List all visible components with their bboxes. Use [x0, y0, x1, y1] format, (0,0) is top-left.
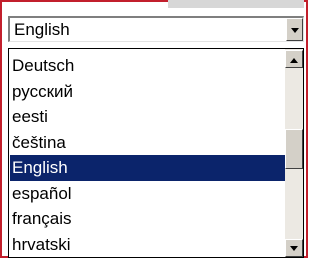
- language-options: Deutsch русский eesti čeština English es…: [10, 53, 285, 257]
- scroll-down-icon: [290, 246, 298, 251]
- language-select-value: English: [14, 20, 70, 39]
- language-option-hrvatski[interactable]: hrvatski: [10, 232, 285, 258]
- background-strip: [168, 0, 304, 8]
- language-option-russian[interactable]: русский: [10, 79, 285, 105]
- chevron-down-icon: [291, 28, 299, 33]
- scroll-down-button[interactable]: [285, 239, 303, 257]
- language-option-cestina[interactable]: čeština: [10, 130, 285, 156]
- scrollbar-thumb[interactable]: [285, 129, 303, 169]
- scroll-up-icon: [290, 58, 298, 63]
- language-option-deutsch[interactable]: Deutsch: [10, 53, 285, 79]
- language-option-francais[interactable]: français: [10, 206, 285, 232]
- language-select[interactable]: English: [8, 16, 304, 42]
- language-option-english[interactable]: English: [10, 155, 285, 181]
- dropdown-scrollbar[interactable]: [285, 49, 303, 257]
- language-dropdown-list[interactable]: Deutsch русский eesti čeština English es…: [8, 48, 304, 258]
- language-option-eesti[interactable]: eesti: [10, 104, 285, 130]
- language-option-espanol[interactable]: español: [10, 181, 285, 207]
- dropdown-toggle-button[interactable]: [286, 18, 303, 41]
- scroll-up-button[interactable]: [285, 50, 303, 68]
